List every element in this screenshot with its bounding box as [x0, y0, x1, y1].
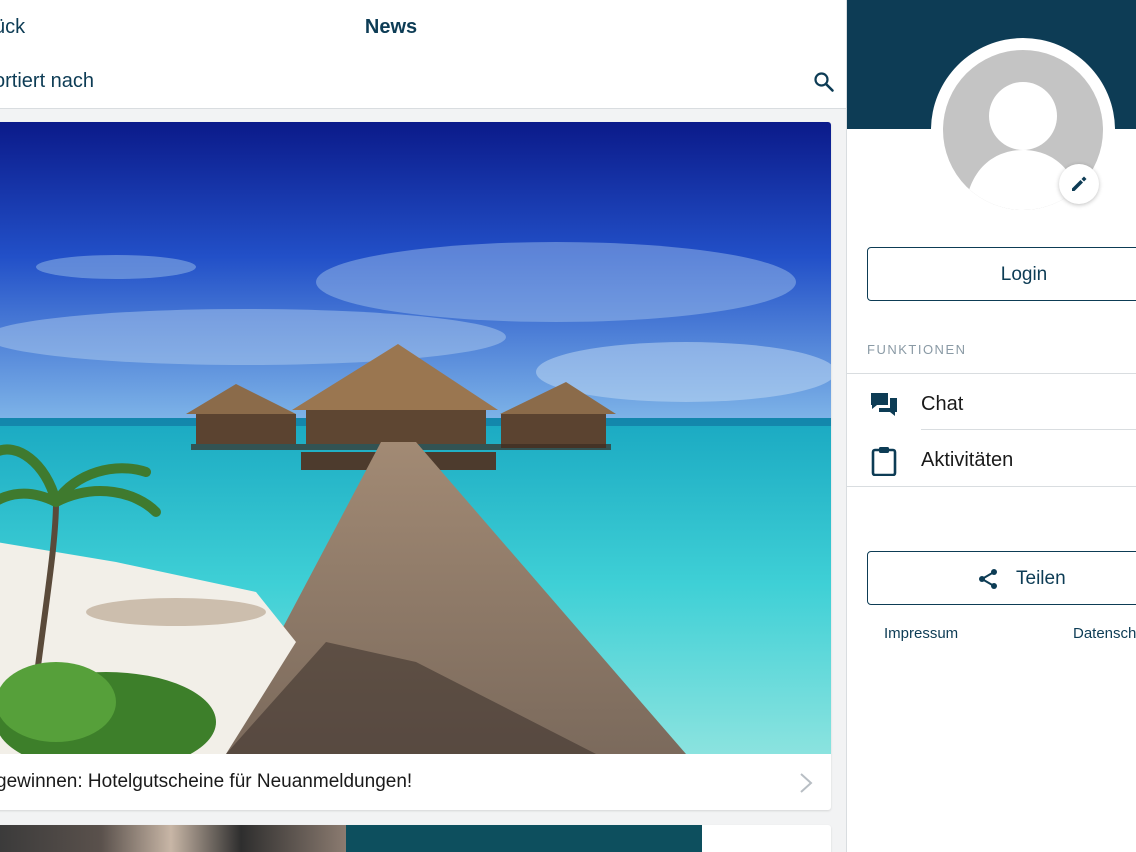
edit-avatar-button[interactable]: [1059, 164, 1099, 204]
news-card-image: [0, 825, 346, 852]
menu-item-chat[interactable]: Chat: [847, 376, 1136, 430]
chevron-right-icon: [800, 773, 813, 793]
sort-dropdown[interactable]: ortiert nach: [0, 70, 94, 93]
impressum-link[interactable]: Impressum: [884, 625, 958, 642]
news-card-title-bar[interactable]: gewinnen: Hotelgutscheine für Neuanmeldu…: [0, 754, 831, 810]
search-icon[interactable]: [812, 70, 836, 94]
divider: [921, 429, 1136, 430]
main-panel: ück News ortiert nach: [0, 0, 846, 852]
news-card[interactable]: [0, 825, 831, 852]
section-label-funktionen: FUNKTIONEN: [867, 342, 967, 357]
news-card-image-band: [346, 825, 702, 852]
menu-item-label: Aktivitäten: [921, 449, 1014, 471]
divider: [847, 373, 1136, 374]
sort-bar: ortiert nach: [0, 56, 846, 109]
menu-item-label: Chat: [921, 393, 964, 415]
sidebar: Login FUNKTIONEN Chat Aktivitäten Teilen…: [846, 0, 1136, 852]
share-button-label: Teilen: [1016, 568, 1066, 589]
pencil-icon: [1072, 176, 1087, 191]
news-card-image: [0, 122, 831, 754]
login-button-label: Login: [1000, 264, 1048, 285]
news-card-title: gewinnen: Hotelgutscheine für Neuanmeldu…: [0, 771, 413, 792]
share-icon: [979, 569, 997, 589]
news-card[interactable]: gewinnen: Hotelgutscheine für Neuanmeldu…: [0, 122, 831, 810]
top-bar: ück News: [0, 0, 846, 56]
datenschutz-link[interactable]: Datensch: [1073, 625, 1136, 642]
clipboard-icon: [871, 447, 897, 476]
share-button[interactable]: Teilen: [867, 551, 1136, 605]
login-button[interactable]: Login: [867, 247, 1136, 301]
chat-icon: [871, 393, 897, 416]
divider: [847, 486, 1136, 487]
page-title: News: [364, 16, 418, 38]
menu-item-aktivitaeten[interactable]: Aktivitäten: [847, 432, 1136, 486]
